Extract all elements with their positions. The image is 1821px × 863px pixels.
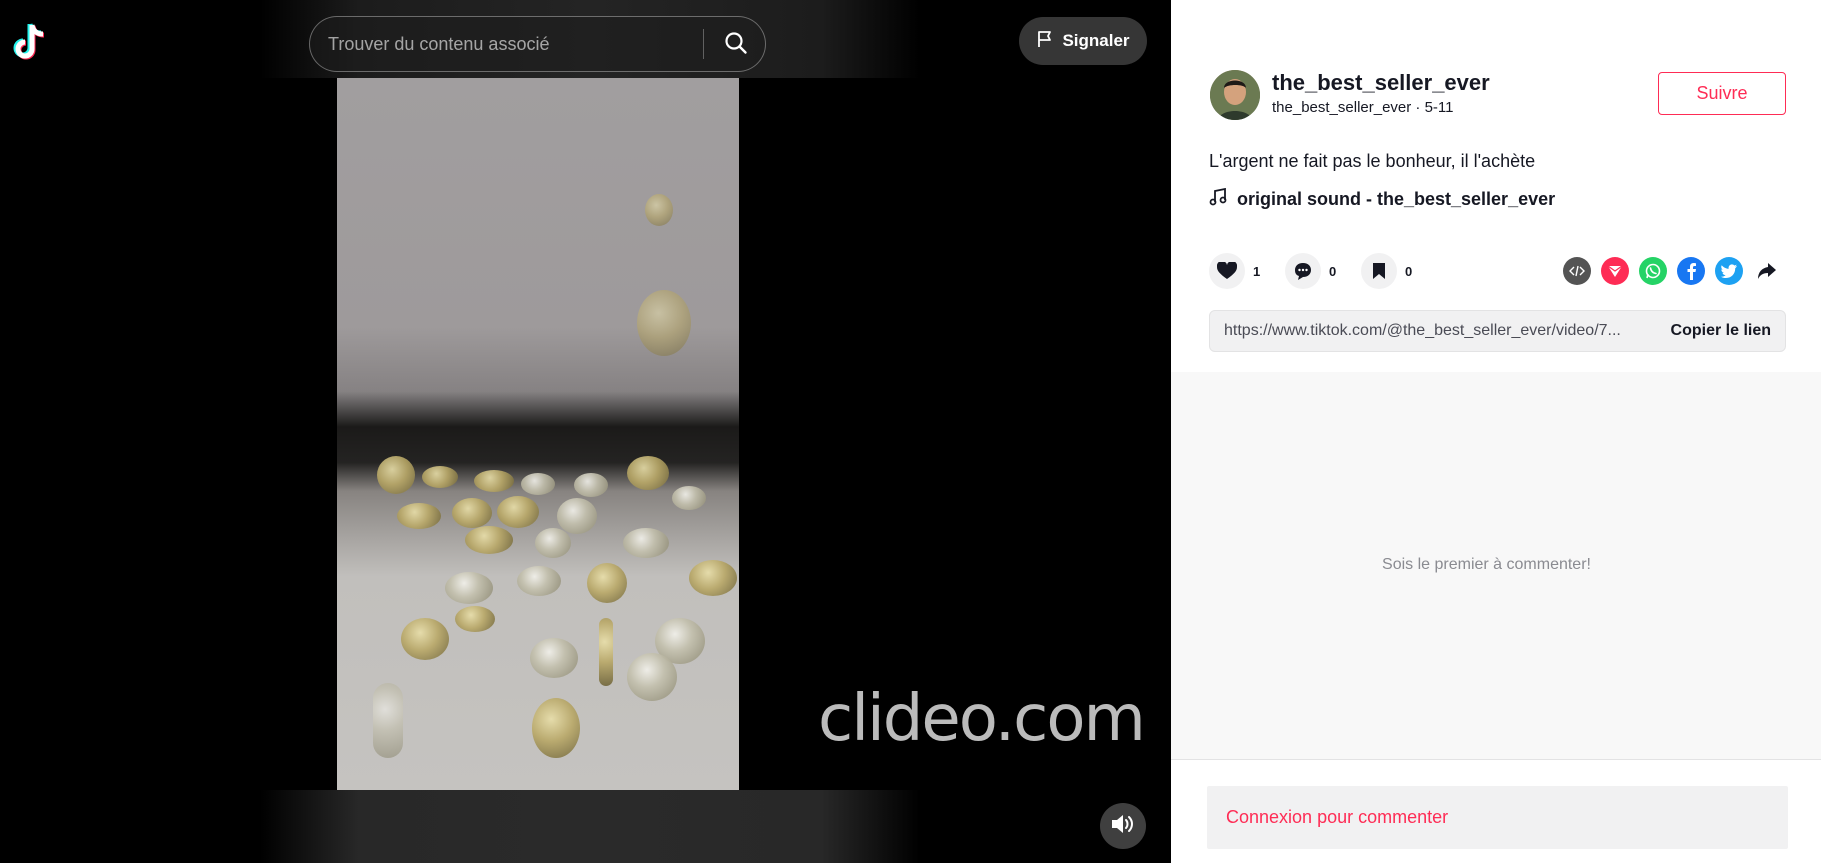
whatsapp-icon[interactable] bbox=[1639, 257, 1667, 285]
search-bar bbox=[309, 16, 766, 72]
report-label: Signaler bbox=[1062, 31, 1130, 50]
report-button[interactable]: Signaler bbox=[1019, 17, 1147, 65]
comment-button[interactable]: 0 bbox=[1285, 253, 1339, 289]
video-info: the_best_seller_ever the_best_seller_eve… bbox=[1171, 0, 1821, 372]
bookmark-icon bbox=[1361, 253, 1397, 289]
embed-icon[interactable] bbox=[1563, 257, 1591, 285]
music-note-icon bbox=[1209, 187, 1227, 211]
comment-icon bbox=[1285, 253, 1321, 289]
video-bottom-backdrop bbox=[260, 790, 920, 863]
heart-icon bbox=[1209, 253, 1245, 289]
search-divider bbox=[703, 29, 704, 59]
empty-comments-message: Sois le premier à commenter! bbox=[1382, 556, 1591, 573]
share-row bbox=[1563, 257, 1781, 285]
video-link-box: https://www.tiktok.com/@the_best_seller_… bbox=[1209, 310, 1786, 352]
like-button[interactable]: 1 bbox=[1209, 253, 1263, 289]
volume-button[interactable] bbox=[1100, 803, 1146, 849]
video-frame[interactable] bbox=[337, 78, 739, 790]
send-icon[interactable] bbox=[1601, 257, 1629, 285]
twitter-icon[interactable] bbox=[1715, 257, 1743, 285]
flag-icon bbox=[1036, 30, 1054, 53]
search-input[interactable] bbox=[328, 17, 698, 71]
comments-list[interactable]: Sois le premier à commenter! bbox=[1171, 372, 1821, 760]
copy-link-button[interactable]: Copier le lien bbox=[1671, 322, 1771, 340]
avatar[interactable] bbox=[1210, 70, 1260, 120]
video-watermark: clideo.com bbox=[818, 682, 1146, 756]
tiktok-logo-icon[interactable] bbox=[10, 22, 48, 62]
search-icon bbox=[724, 31, 748, 60]
speaker-icon bbox=[1110, 812, 1136, 841]
comment-count: 0 bbox=[1329, 263, 1337, 279]
action-bar: 1 0 0 bbox=[1209, 253, 1437, 289]
search-button[interactable] bbox=[714, 25, 758, 65]
video-player-area[interactable]: Signaler clideo.com bbox=[0, 0, 1171, 863]
follow-button[interactable]: Suivre bbox=[1658, 72, 1786, 115]
video-url[interactable]: https://www.tiktok.com/@the_best_seller_… bbox=[1224, 322, 1644, 340]
facebook-icon[interactable] bbox=[1677, 257, 1705, 285]
author-display-name[interactable]: the_best_seller_ever bbox=[1272, 70, 1490, 96]
music-link[interactable]: original sound - the_best_seller_ever bbox=[1209, 187, 1556, 211]
save-count: 0 bbox=[1405, 263, 1413, 279]
like-count: 1 bbox=[1253, 263, 1261, 279]
login-to-comment-button[interactable]: Connexion pour commenter bbox=[1207, 786, 1788, 849]
side-panel: the_best_seller_ever the_best_seller_eve… bbox=[1171, 0, 1821, 863]
music-title: original sound - the_best_seller_ever bbox=[1237, 189, 1556, 209]
share-arrow-icon[interactable] bbox=[1753, 257, 1781, 285]
video-description: L'argent ne fait pas le bonheur, il l'ac… bbox=[1209, 151, 1536, 171]
save-button[interactable]: 0 bbox=[1361, 253, 1415, 289]
author-subline: the_best_seller_ever · 5-11 bbox=[1272, 99, 1454, 116]
